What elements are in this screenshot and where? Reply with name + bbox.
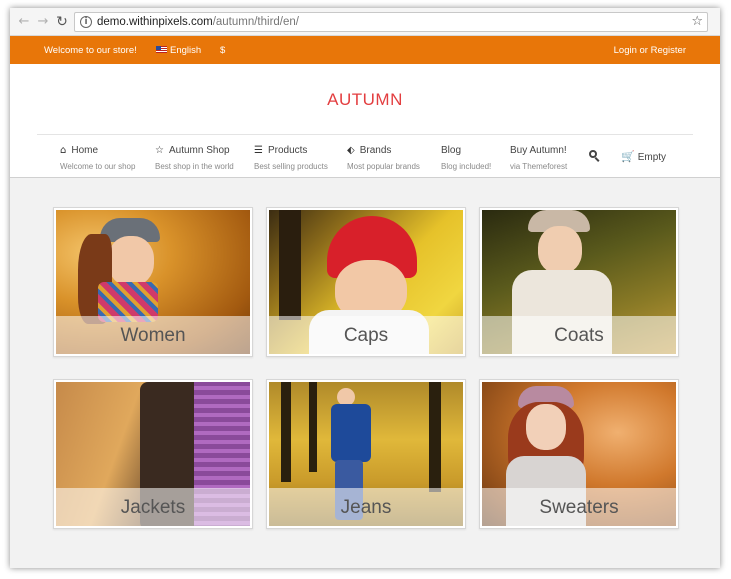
category-label-caps: Caps [267,316,465,356]
menu-title-blog: Blog [441,145,462,156]
menu-title-buy-autumn: Buy Autumn! [510,145,567,156]
menu-item-autumn-shop[interactable]: ☆ Autumn Shop Best shop in the world [155,145,234,171]
menu-title-brands: Brands [359,145,392,156]
menu-sub-products: Best selling products [254,162,328,171]
category-label-jeans: Jeans [267,488,465,528]
cart-icon: 🛒 [621,150,635,163]
forward-arrow-icon[interactable]: → [35,14,51,30]
menu-title-home: Home [71,145,99,156]
site-logo[interactable]: AUTUMN [10,90,720,110]
category-label-women: Women [54,316,252,356]
language-selector[interactable]: English [156,45,201,56]
info-icon[interactable]: i [80,16,92,28]
category-tile-women[interactable]: Women [53,207,253,357]
currency-selector[interactable]: $ [220,45,225,56]
cart-label: Empty [637,152,667,163]
url-text[interactable]: demo.withinpixels.com/autumn/third/en/ [97,16,299,28]
category-label-jackets: Jackets [54,488,252,528]
star-icon: ☆ [155,145,164,156]
header-divider [37,134,693,135]
menu-sub-brands: Most popular brands [347,162,420,171]
menu-item-products[interactable]: ☰ Products Best selling products [254,145,328,171]
cart-button[interactable]: 🛒 Empty [621,150,666,163]
url-domain: demo.withinpixels.com [97,16,213,28]
language-label: English [170,45,202,56]
search-icon[interactable] [589,150,600,162]
top-bar: Welcome to our store! English $ Login or… [10,36,720,64]
menu-item-buy-autumn[interactable]: Buy Autumn! via Themeforest [510,145,567,171]
menu-item-blog[interactable]: Blog Blog included! [441,145,491,171]
menu-title-products: Products [267,145,308,156]
category-label-coats: Coats [480,316,678,356]
url-path: /autumn/third/en/ [212,16,299,28]
menu-title-autumn-shop: Autumn Shop [168,145,230,156]
reload-icon[interactable]: ↻ [54,14,70,30]
home-icon: ⌂ [60,145,67,156]
category-label-sweaters: Sweaters [480,488,678,528]
menu-sub-autumn-shop: Best shop in the world [155,162,234,171]
category-tile-coats[interactable]: Coats [479,207,679,357]
browser-toolbar: ← → ↻ i demo.withinpixels.com/autumn/thi… [10,8,720,36]
category-tile-jeans[interactable]: Jeans [266,379,466,529]
login-register-link[interactable]: Login or Register [614,45,686,56]
menu-sub-home: Welcome to our shop [60,162,136,171]
category-tile-jackets[interactable]: Jackets [53,379,253,529]
bookmark-star-icon[interactable]: ☆ [691,14,703,29]
menu-item-home[interactable]: ⌂ Home Welcome to our shop [60,145,135,171]
browser-window: ← → ↻ i demo.withinpixels.com/autumn/thi… [10,8,720,568]
category-tile-caps[interactable]: Caps [266,207,466,357]
category-tile-sweaters[interactable]: Sweaters [479,379,679,529]
welcome-message: Welcome to our store! [44,45,137,56]
us-flag-icon [156,46,167,53]
list-icon: ☰ [254,145,263,156]
menu-item-brands[interactable]: ⬖ Brands Most popular brands [347,145,420,171]
back-arrow-icon[interactable]: ← [16,14,32,30]
menu-sub-blog: Blog included! [441,162,492,171]
menu-sub-buy-autumn: via Themeforest [510,162,568,171]
site-header: AUTUMN ⌂ Home Welcome to our shop ☆ Autumn… [10,64,720,178]
address-bar[interactable]: i demo.withinpixels.com/autumn/third/en/… [74,12,708,32]
tag-icon: ⬖ [347,145,355,156]
